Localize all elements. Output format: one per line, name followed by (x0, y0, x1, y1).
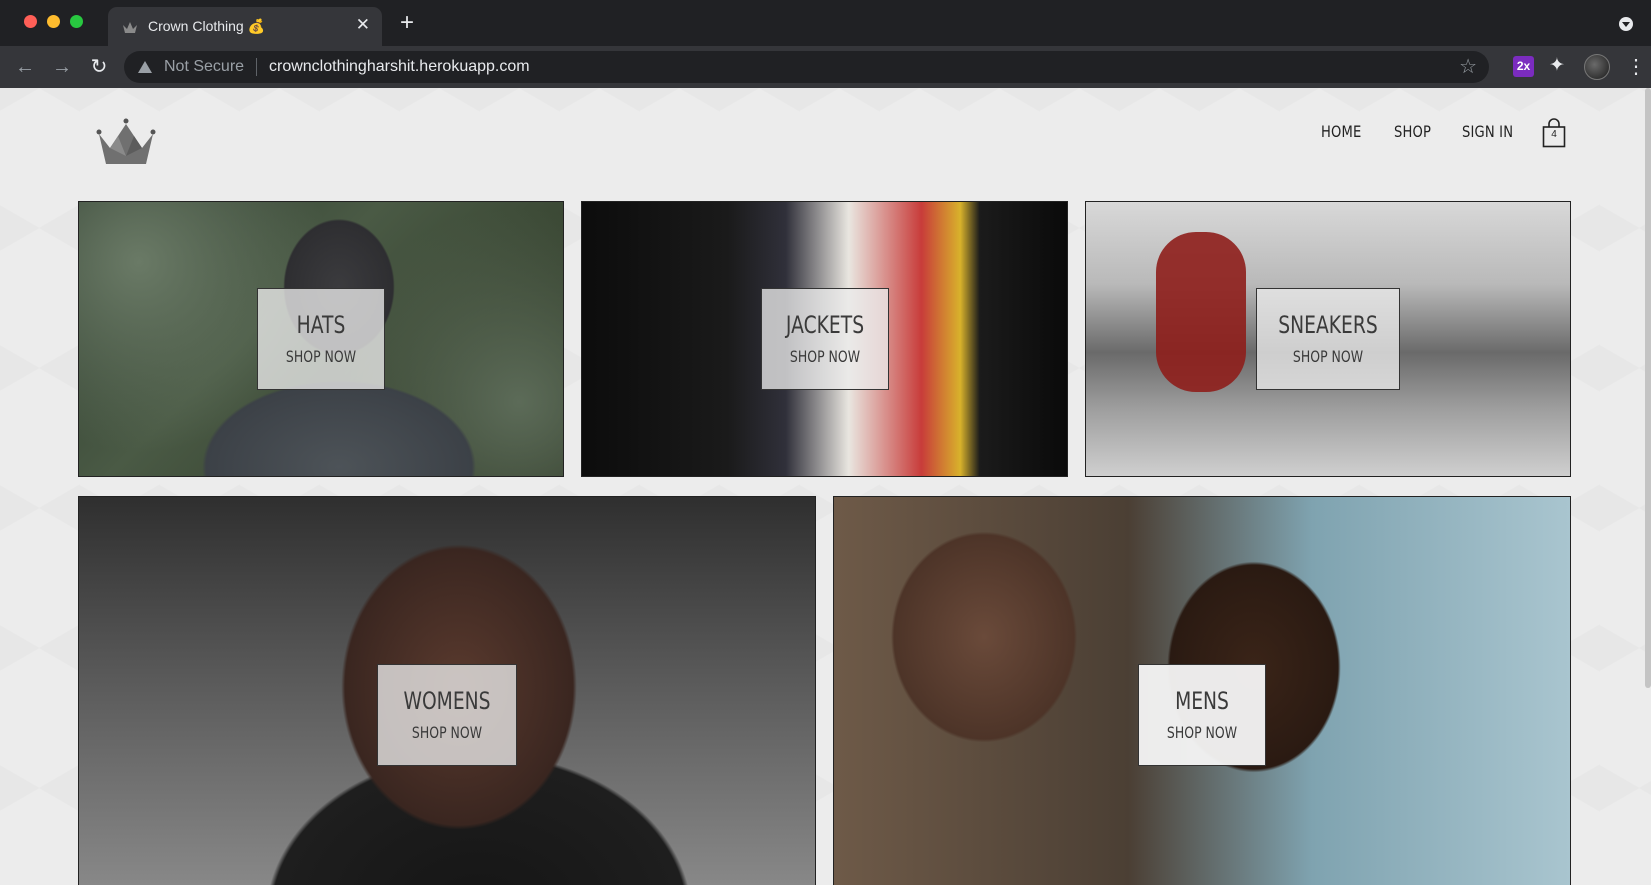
page-scrollbar[interactable] (1645, 88, 1651, 688)
browser-titlebar: Crown Clothing 💰 ✕ + (0, 0, 1651, 46)
nav-home-link[interactable]: HOME (1321, 122, 1361, 141)
directory-item-title: HATS (296, 311, 346, 339)
directory-item-mens[interactable]: MENS SHOP NOW (833, 496, 1571, 885)
new-tab-button[interactable]: + (400, 9, 414, 37)
cart-button[interactable]: 4 (1542, 118, 1566, 148)
window-close-button[interactable] (24, 15, 37, 28)
shop-now-label: SHOP NOW (789, 347, 861, 366)
shop-now-label: SHOP NOW (1292, 347, 1364, 366)
window-minimize-button[interactable] (47, 15, 60, 28)
forward-arrow-icon[interactable]: → (49, 54, 75, 80)
security-label[interactable]: Not Secure (164, 58, 244, 76)
content-box[interactable]: WOMENS SHOP NOW (377, 664, 517, 766)
directory-item-title: MENS (1175, 687, 1229, 715)
directory-item-title: SNEAKERS (1278, 311, 1378, 339)
content-box[interactable]: JACKETS SHOP NOW (761, 288, 889, 390)
extension-2x-icon[interactable]: 2x (1513, 56, 1534, 77)
cart-item-count: 4 (1551, 129, 1557, 140)
url-text[interactable]: crownclothingharshit.herokuapp.com (269, 58, 530, 76)
window-maximize-button[interactable] (70, 15, 83, 28)
warning-icon (138, 61, 152, 73)
browser-toolbar: ← → ↻ Not Secure crownclothingharshit.he… (0, 46, 1651, 88)
page-viewport: HOME SHOP SIGN IN 4 HATS SHOP NOW JACKET… (0, 88, 1651, 885)
browser-tab[interactable]: Crown Clothing 💰 ✕ (108, 7, 382, 46)
profile-avatar[interactable] (1584, 54, 1610, 80)
directory-item-title: WOMENS (403, 687, 491, 715)
content-box[interactable]: MENS SHOP NOW (1138, 664, 1266, 766)
directory-item-womens[interactable]: WOMENS SHOP NOW (78, 496, 816, 885)
crown-favicon-icon (123, 22, 137, 33)
shop-now-label: SHOP NOW (1166, 723, 1238, 742)
content-box[interactable]: SNEAKERS SHOP NOW (1256, 288, 1400, 390)
reload-icon[interactable]: ↻ (86, 54, 112, 80)
nav-sign-in-link[interactable]: SIGN IN (1462, 122, 1513, 141)
tab-title: Crown Clothing 💰 (148, 18, 266, 34)
content-box[interactable]: HATS SHOP NOW (257, 288, 385, 390)
shop-now-label: SHOP NOW (411, 723, 483, 742)
back-arrow-icon[interactable]: ← (12, 54, 38, 80)
directory-item-hats[interactable]: HATS SHOP NOW (78, 201, 564, 477)
crown-logo-icon[interactable] (96, 118, 158, 168)
address-separator (256, 58, 257, 76)
nav-shop-link[interactable]: SHOP (1394, 122, 1431, 141)
directory-item-jackets[interactable]: JACKETS SHOP NOW (581, 201, 1068, 477)
address-bar[interactable]: Not Secure crownclothingharshit.herokuap… (124, 51, 1489, 83)
directory-item-sneakers[interactable]: SNEAKERS SHOP NOW (1085, 201, 1571, 477)
shop-now-label: SHOP NOW (285, 347, 357, 366)
tab-close-icon[interactable]: ✕ (356, 15, 370, 35)
browser-menu-icon[interactable]: ⋮ (1626, 54, 1646, 79)
extensions-puzzle-icon[interactable]: ✦ (1549, 54, 1565, 77)
bookmark-star-icon[interactable]: ☆ (1459, 54, 1477, 79)
directory-item-title: JACKETS (785, 311, 865, 339)
tab-search-icon[interactable] (1619, 17, 1633, 31)
